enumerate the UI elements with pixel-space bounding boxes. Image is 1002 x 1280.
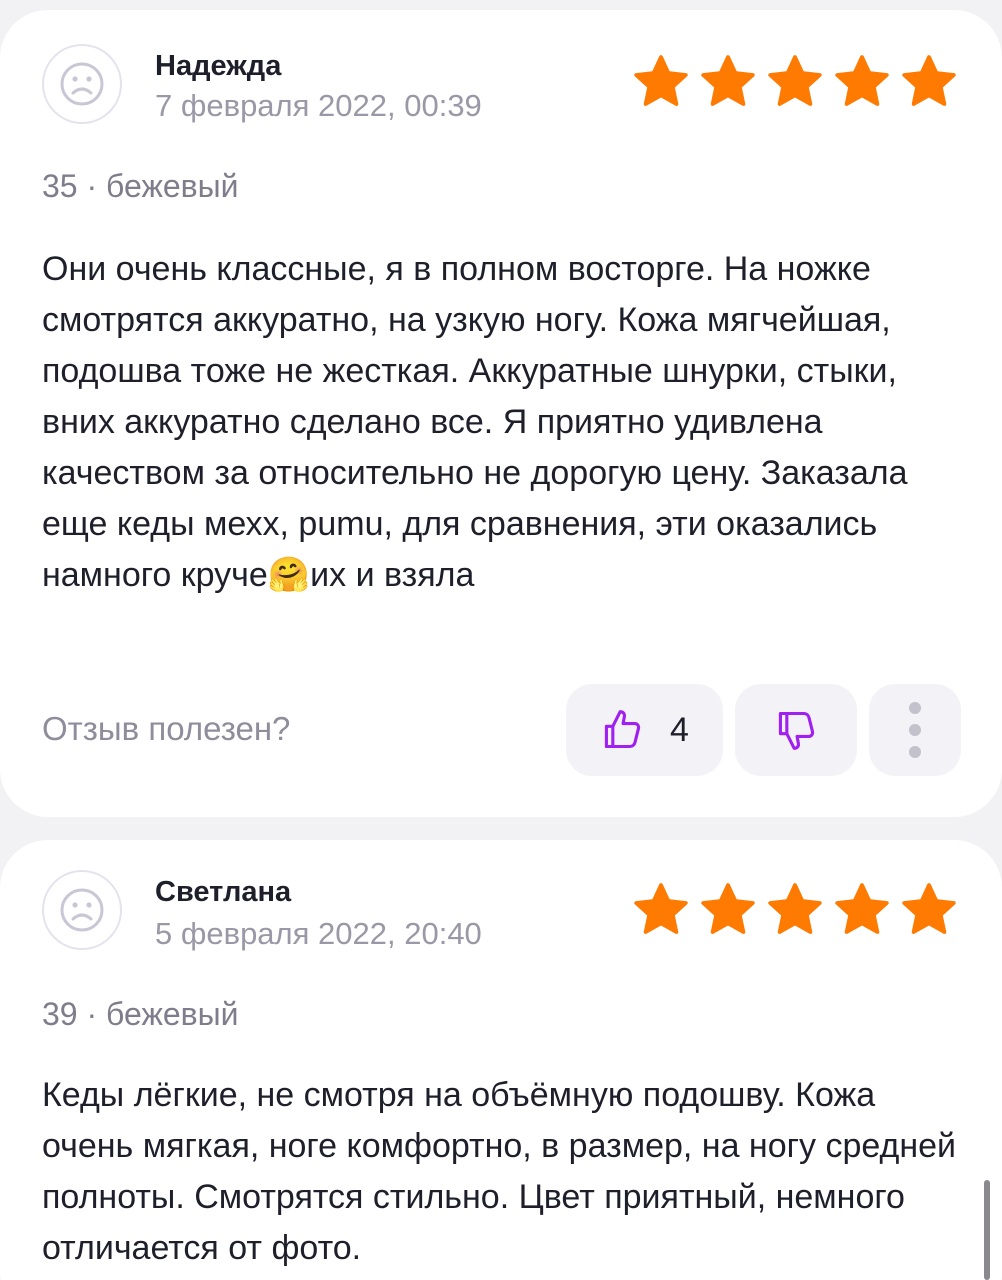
more-vertical-icon — [909, 702, 921, 714]
review-text-end: их и взяла — [310, 556, 475, 594]
review-card: Надежда 7 февраля 2022, 00:39 35 · бежев… — [0, 10, 1002, 817]
star-icon — [701, 55, 755, 106]
star-icon — [768, 55, 822, 106]
star-icon — [835, 883, 889, 934]
star-icon — [835, 55, 889, 106]
star-icon — [902, 55, 956, 106]
sad-face-icon — [42, 44, 122, 124]
review-card: Светлана 5 февраля 2022, 20:40 39 · беже… — [0, 840, 1002, 1280]
review-text: Кеды лёгкие, не смотря на объёмную подош… — [42, 1076, 957, 1267]
thumbs-down-icon — [778, 711, 815, 750]
star-icon — [634, 883, 688, 934]
thumbs-up-icon — [604, 710, 641, 749]
star-icon — [902, 883, 956, 934]
star-icon — [768, 883, 822, 934]
reviews-page: Надежда 7 февраля 2022, 00:39 35 · бежев… — [0, 0, 1002, 1280]
scrollbar[interactable] — [984, 1180, 990, 1280]
star-icon — [634, 55, 688, 106]
review-author: Светлана — [155, 876, 292, 908]
more-options-button[interactable] — [869, 684, 961, 776]
review-author: Надежда — [155, 50, 282, 82]
star-icon — [701, 883, 755, 934]
review-text: Они очень классные, я в полном восторге.… — [42, 244, 972, 601]
like-button[interactable]: 4 — [566, 684, 723, 776]
rating-stars — [632, 54, 958, 110]
dislike-button[interactable] — [735, 684, 857, 776]
review-text-main: Они очень классные, я в полном восторге.… — [42, 250, 908, 594]
review-date: 5 февраля 2022, 20:40 — [155, 916, 482, 951]
rating-stars — [632, 882, 958, 938]
review-variant: 35 · бежевый — [42, 168, 239, 204]
sad-face-icon — [42, 870, 122, 950]
review-variant: 39 · бежевый — [42, 996, 239, 1032]
review-date: 7 февраля 2022, 00:39 — [155, 88, 482, 123]
helpful-question: Отзыв полезен? — [42, 710, 291, 747]
hugging-face-emoji: 🤗 — [267, 556, 311, 594]
like-count: 4 — [670, 710, 689, 749]
